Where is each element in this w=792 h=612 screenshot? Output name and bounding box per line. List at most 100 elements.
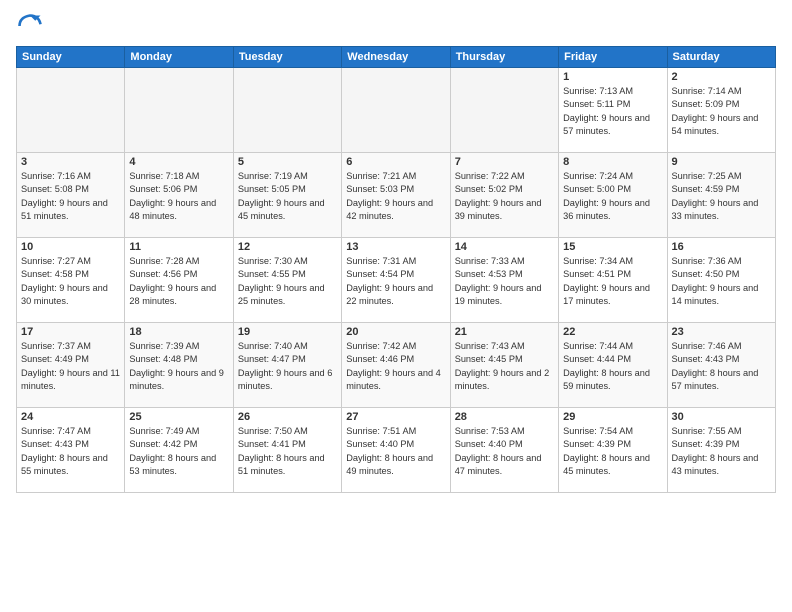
day-info: Sunrise: 7:14 AM Sunset: 5:09 PM Dayligh… [672,85,771,138]
calendar-cell [233,68,341,153]
calendar-cell: 26Sunrise: 7:50 AM Sunset: 4:41 PM Dayli… [233,408,341,493]
day-info: Sunrise: 7:55 AM Sunset: 4:39 PM Dayligh… [672,425,771,478]
calendar-cell: 17 Sunrise: 7:37 AM Sunset: 4:49 PM Dayli… [17,323,125,408]
calendar-cell: 23 Sunrise: 7:46 AM Sunset: 4:43 PM Dayli… [667,323,775,408]
day-number: 4 [129,156,228,168]
day-number: 12 [238,241,337,253]
day-number: 3 [21,156,120,168]
logo [16,12,48,40]
calendar-cell: 5 Sunrise: 7:19 AM Sunset: 5:05 PM Daylig… [233,153,341,238]
calendar-cell: 28 Sunrise: 7:53 AM Sunset: 4:40 PM Dayli… [450,408,558,493]
calendar-cell: 1 Sunrise: 7:13 AM Sunset: 5:11 PM Daylig… [559,68,667,153]
day-number: 30 [672,411,771,423]
calendar-cell: 22Sunrise: 7:44 AM Sunset: 4:44 PM Dayli… [559,323,667,408]
calendar-cell: 3 Sunrise: 7:16 AM Sunset: 5:08 PM Daylig… [17,153,125,238]
calendar-cell [342,68,450,153]
day-info: Sunrise: 7:42 AM Sunset: 4:46 PM Dayligh… [346,340,445,393]
day-number: 24 [21,411,120,423]
calendar-header-monday: Monday [125,47,233,68]
day-number: 15 [563,241,662,253]
calendar-cell: 4Sunrise: 7:18 AM Sunset: 5:06 PM Daylig… [125,153,233,238]
day-info: Sunrise: 7:49 AM Sunset: 4:42 PM Dayligh… [129,425,228,478]
day-info: Sunrise: 7:21 AM Sunset: 5:03 PM Dayligh… [346,170,445,223]
day-info: Sunrise: 7:13 AM Sunset: 5:11 PM Dayligh… [563,85,662,138]
calendar-cell: 15Sunrise: 7:34 AM Sunset: 4:51 PM Dayli… [559,238,667,323]
calendar-cell: 7 Sunrise: 7:22 AM Sunset: 5:02 PM Daylig… [450,153,558,238]
day-info: Sunrise: 7:25 AM Sunset: 4:59 PM Dayligh… [672,170,771,223]
calendar-week-1: 3 Sunrise: 7:16 AM Sunset: 5:08 PM Daylig… [17,153,776,238]
calendar-cell: 10 Sunrise: 7:27 AM Sunset: 4:58 PM Dayli… [17,238,125,323]
day-number: 20 [346,326,445,338]
day-number: 28 [455,411,554,423]
day-number: 9 [672,156,771,168]
calendar-header-friday: Friday [559,47,667,68]
day-number: 17 [21,326,120,338]
calendar-week-2: 10 Sunrise: 7:27 AM Sunset: 4:58 PM Dayli… [17,238,776,323]
calendar-cell: 24Sunrise: 7:47 AM Sunset: 4:43 PM Dayli… [17,408,125,493]
calendar-cell: 11 Sunrise: 7:28 AM Sunset: 4:56 PM Dayli… [125,238,233,323]
calendar-week-3: 17 Sunrise: 7:37 AM Sunset: 4:49 PM Dayli… [17,323,776,408]
page: SundayMondayTuesdayWednesdayThursdayFrid… [0,0,792,612]
day-number: 13 [346,241,445,253]
day-info: Sunrise: 7:24 AM Sunset: 5:00 PM Dayligh… [563,170,662,223]
calendar-cell: 25 Sunrise: 7:49 AM Sunset: 4:42 PM Dayli… [125,408,233,493]
day-info: Sunrise: 7:30 AM Sunset: 4:55 PM Dayligh… [238,255,337,308]
day-info: Sunrise: 7:37 AM Sunset: 4:49 PM Dayligh… [21,340,120,393]
calendar-cell: 20 Sunrise: 7:42 AM Sunset: 4:46 PM Dayli… [342,323,450,408]
day-number: 10 [21,241,120,253]
calendar-cell: 12 Sunrise: 7:30 AM Sunset: 4:55 PM Dayli… [233,238,341,323]
calendar-cell: 30 Sunrise: 7:55 AM Sunset: 4:39 PM Dayli… [667,408,775,493]
day-info: Sunrise: 7:50 AM Sunset: 4:41 PM Dayligh… [238,425,337,478]
calendar-week-0: 1 Sunrise: 7:13 AM Sunset: 5:11 PM Daylig… [17,68,776,153]
day-info: Sunrise: 7:22 AM Sunset: 5:02 PM Dayligh… [455,170,554,223]
day-info: Sunrise: 7:43 AM Sunset: 4:45 PM Dayligh… [455,340,554,393]
day-info: Sunrise: 7:54 AM Sunset: 4:39 PM Dayligh… [563,425,662,478]
day-info: Sunrise: 7:46 AM Sunset: 4:43 PM Dayligh… [672,340,771,393]
day-info: Sunrise: 7:40 AM Sunset: 4:47 PM Dayligh… [238,340,337,393]
calendar-cell: 27Sunrise: 7:51 AM Sunset: 4:40 PM Dayli… [342,408,450,493]
calendar-cell: 19 Sunrise: 7:40 AM Sunset: 4:47 PM Dayli… [233,323,341,408]
day-number: 7 [455,156,554,168]
calendar-header-saturday: Saturday [667,47,775,68]
day-info: Sunrise: 7:28 AM Sunset: 4:56 PM Dayligh… [129,255,228,308]
calendar-cell: 21 Sunrise: 7:43 AM Sunset: 4:45 PM Dayli… [450,323,558,408]
calendar-header-tuesday: Tuesday [233,47,341,68]
day-number: 8 [563,156,662,168]
calendar-cell: 6 Sunrise: 7:21 AM Sunset: 5:03 PM Daylig… [342,153,450,238]
day-number: 19 [238,326,337,338]
calendar-cell [125,68,233,153]
day-info: Sunrise: 7:33 AM Sunset: 4:53 PM Dayligh… [455,255,554,308]
day-number: 18 [129,326,228,338]
day-number: 23 [672,326,771,338]
day-info: Sunrise: 7:39 AM Sunset: 4:48 PM Dayligh… [129,340,228,393]
calendar-header-wednesday: Wednesday [342,47,450,68]
day-number: 22 [563,326,662,338]
calendar-cell: 13 Sunrise: 7:31 AM Sunset: 4:54 PM Dayli… [342,238,450,323]
header [16,12,776,40]
calendar-week-4: 24Sunrise: 7:47 AM Sunset: 4:43 PM Dayli… [17,408,776,493]
calendar-cell: 8 Sunrise: 7:24 AM Sunset: 5:00 PM Daylig… [559,153,667,238]
day-number: 21 [455,326,554,338]
day-number: 11 [129,241,228,253]
day-number: 2 [672,71,771,83]
day-info: Sunrise: 7:31 AM Sunset: 4:54 PM Dayligh… [346,255,445,308]
calendar-cell: 2 Sunrise: 7:14 AM Sunset: 5:09 PM Daylig… [667,68,775,153]
calendar-header-sunday: Sunday [17,47,125,68]
day-info: Sunrise: 7:19 AM Sunset: 5:05 PM Dayligh… [238,170,337,223]
calendar-cell [17,68,125,153]
day-info: Sunrise: 7:27 AM Sunset: 4:58 PM Dayligh… [21,255,120,308]
day-info: Sunrise: 7:53 AM Sunset: 4:40 PM Dayligh… [455,425,554,478]
calendar-cell: 29Sunrise: 7:54 AM Sunset: 4:39 PM Dayli… [559,408,667,493]
day-number: 16 [672,241,771,253]
day-number: 1 [563,71,662,83]
calendar-cell: 18 Sunrise: 7:39 AM Sunset: 4:48 PM Dayli… [125,323,233,408]
calendar-header-thursday: Thursday [450,47,558,68]
day-number: 6 [346,156,445,168]
calendar: SundayMondayTuesdayWednesdayThursdayFrid… [16,46,776,493]
day-number: 25 [129,411,228,423]
calendar-header-row: SundayMondayTuesdayWednesdayThursdayFrid… [17,47,776,68]
day-number: 5 [238,156,337,168]
calendar-cell: 16Sunrise: 7:36 AM Sunset: 4:50 PM Dayli… [667,238,775,323]
day-info: Sunrise: 7:16 AM Sunset: 5:08 PM Dayligh… [21,170,120,223]
day-number: 27 [346,411,445,423]
